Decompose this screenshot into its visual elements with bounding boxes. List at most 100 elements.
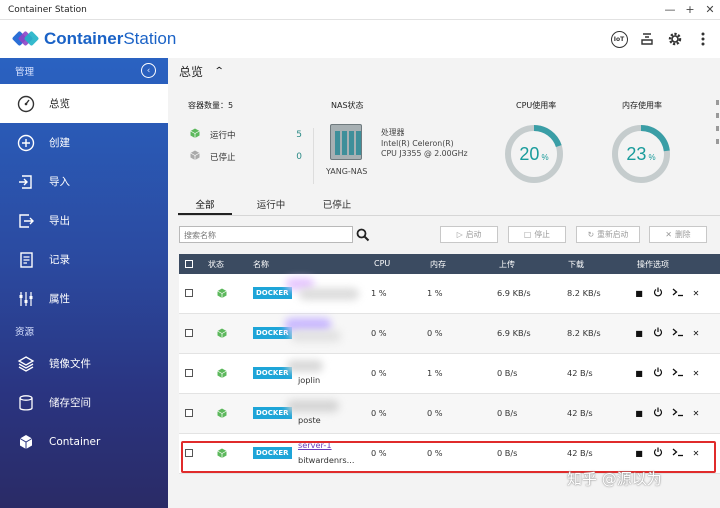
sidebar-item-import[interactable]: 导入 xyxy=(0,162,168,201)
more-icon[interactable] xyxy=(694,30,712,48)
nas-device-icon xyxy=(330,124,362,160)
iot-icon[interactable]: IoT xyxy=(610,30,628,48)
power-icon[interactable] xyxy=(653,327,663,339)
start-button[interactable]: ▷ 启动 xyxy=(440,226,498,243)
tab-all[interactable]: 全部 xyxy=(178,196,232,215)
stop-icon[interactable]: ■ xyxy=(634,329,644,338)
upload-cell: 6.9 KB/s xyxy=(497,288,531,298)
logo-text-rest: Station xyxy=(123,29,177,48)
sidebar-item-images[interactable]: 镜像文件 xyxy=(0,344,168,383)
col-name[interactable]: 名称 xyxy=(253,259,269,270)
table-row[interactable]: DOCKER poste 0 % 0 % 0 B/s 42 B/s ■ ✕ xyxy=(179,394,720,434)
cube-icon xyxy=(16,432,36,452)
database-icon xyxy=(16,393,36,413)
search-icon[interactable] xyxy=(356,228,370,242)
stop-icon[interactable]: ■ xyxy=(634,289,644,298)
restart-button[interactable]: ↻ 重新启动 xyxy=(576,226,640,243)
stack-icon[interactable] xyxy=(638,30,656,48)
scrollbar[interactable] xyxy=(716,100,720,410)
sidebar-item-label: 属性 xyxy=(49,293,70,305)
sidebar-item-properties[interactable]: 属性 xyxy=(0,279,168,318)
sidebar-section-label: 管理 xyxy=(15,67,35,78)
terminal-icon[interactable] xyxy=(672,367,683,379)
power-icon[interactable] xyxy=(653,367,663,379)
nas-name: YANG-NAS xyxy=(326,167,368,176)
table-header: 状态 名称 CPU 内存 上传 下载 操作选项 xyxy=(179,254,720,274)
upload-cell: 0 B/s xyxy=(497,368,518,378)
tab-stopped[interactable]: 已停止 xyxy=(310,196,364,215)
col-upload[interactable]: 上传 xyxy=(499,259,515,270)
table-row[interactable]: DOCKER joplin 0 % 1 % 0 B/s 42 B/s ■ ✕ xyxy=(179,354,720,394)
collapse-icon[interactable]: ‹ xyxy=(141,63,156,78)
sidebar-item-overview[interactable]: 总览 xyxy=(0,84,168,123)
remove-icon[interactable]: ✕ xyxy=(691,369,701,378)
memory-cell: 1 % xyxy=(427,368,443,378)
sidebar-item-create[interactable]: 创建 xyxy=(0,123,168,162)
plus-circle-icon xyxy=(16,133,36,153)
remove-icon[interactable]: ✕ xyxy=(691,329,701,338)
remove-icon[interactable]: ✕ xyxy=(691,289,701,298)
redacted-name-blur xyxy=(287,360,323,372)
search-input[interactable]: 搜索名称 xyxy=(179,226,353,243)
row-checkbox[interactable] xyxy=(185,369,193,377)
stopped-cube-icon xyxy=(190,150,200,163)
delete-button[interactable]: ✕ 删除 xyxy=(649,226,707,243)
redacted-name-blur xyxy=(299,288,359,300)
col-cpu[interactable]: CPU xyxy=(374,259,390,268)
sidebar: 管理 ‹ 总览 创建 导入 导出 记录 属性 资源 镜像文件 储存空间 Cont… xyxy=(0,58,168,508)
redacted-name-blur xyxy=(291,330,341,342)
row-actions: ■ ✕ xyxy=(634,367,701,379)
select-all-checkbox[interactable] xyxy=(185,260,193,268)
watermark: 知乎 @源以为 xyxy=(567,470,662,488)
row-actions: ■ ✕ xyxy=(634,327,701,339)
power-icon[interactable] xyxy=(653,407,663,419)
docker-badge: DOCKER xyxy=(253,287,292,299)
nas-status-title: NAS状态 xyxy=(331,101,364,110)
filter-tabs: 全部 运行中 已停止 xyxy=(178,196,720,216)
power-icon[interactable] xyxy=(653,287,663,299)
col-status[interactable]: 状态 xyxy=(208,259,224,270)
row-checkbox[interactable] xyxy=(185,329,193,337)
col-memory[interactable]: 内存 xyxy=(430,259,446,270)
col-download[interactable]: 下载 xyxy=(568,259,584,270)
stop-button[interactable]: □ 停止 xyxy=(508,226,566,243)
delete-label: 删除 xyxy=(674,230,691,239)
processor-line2: CPU J3355 @ 2.00GHz xyxy=(381,149,468,158)
table-row[interactable]: DOCKER 1 % 1 % 6.9 KB/s 8.2 KB/s ■ ✕ xyxy=(179,274,720,314)
stop-icon[interactable]: ■ xyxy=(634,409,644,418)
memory-usage-title: 内存使用率 xyxy=(622,101,662,110)
sidebar-item-container[interactable]: Container xyxy=(0,422,168,461)
row-actions: ■ ✕ xyxy=(634,407,701,419)
table-row[interactable]: DOCKER 0 % 0 % 6.9 KB/s 8.2 KB/s ■ ✕ xyxy=(179,314,720,354)
row-checkbox[interactable] xyxy=(185,409,193,417)
sidebar-item-storage[interactable]: 储存空间 xyxy=(0,383,168,422)
processor-line1: Intel(R) Celeron(R) xyxy=(381,138,454,148)
terminal-icon[interactable] xyxy=(672,327,683,339)
maximize-button[interactable]: + xyxy=(680,3,700,16)
sidebar-item-export[interactable]: 导出 xyxy=(0,201,168,240)
stopped-count-row: 已停止 0 xyxy=(190,150,302,163)
row-actions: ■ ✕ xyxy=(634,287,701,299)
app-header: ContainerStation IoT xyxy=(0,20,720,58)
start-label: 启动 xyxy=(465,230,482,239)
gear-icon[interactable] xyxy=(666,30,684,48)
row-checkbox[interactable] xyxy=(185,289,193,297)
cpu-cell: 0 % xyxy=(371,408,387,418)
minimize-button[interactable]: — xyxy=(660,3,680,16)
memory-cell: 0 % xyxy=(427,328,443,338)
memory-cell: 1 % xyxy=(427,288,443,298)
remove-icon[interactable]: ✕ xyxy=(691,409,701,418)
memory-gauge: 23% xyxy=(611,124,671,184)
close-button[interactable]: ✕ xyxy=(700,3,720,16)
tab-running[interactable]: 运行中 xyxy=(244,196,298,215)
stop-icon[interactable]: ■ xyxy=(634,369,644,378)
running-label: 运行中 xyxy=(210,130,236,141)
terminal-icon[interactable] xyxy=(672,407,683,419)
sidebar-section-resources: 资源 xyxy=(0,318,168,344)
window-title: Container Station xyxy=(8,4,87,15)
sidebar-item-label: 储存空间 xyxy=(49,397,91,409)
chevron-up-icon[interactable]: ⌃ xyxy=(214,66,225,77)
terminal-icon[interactable] xyxy=(672,287,683,299)
sidebar-item-log[interactable]: 记录 xyxy=(0,240,168,279)
running-count: 5 xyxy=(296,129,302,140)
